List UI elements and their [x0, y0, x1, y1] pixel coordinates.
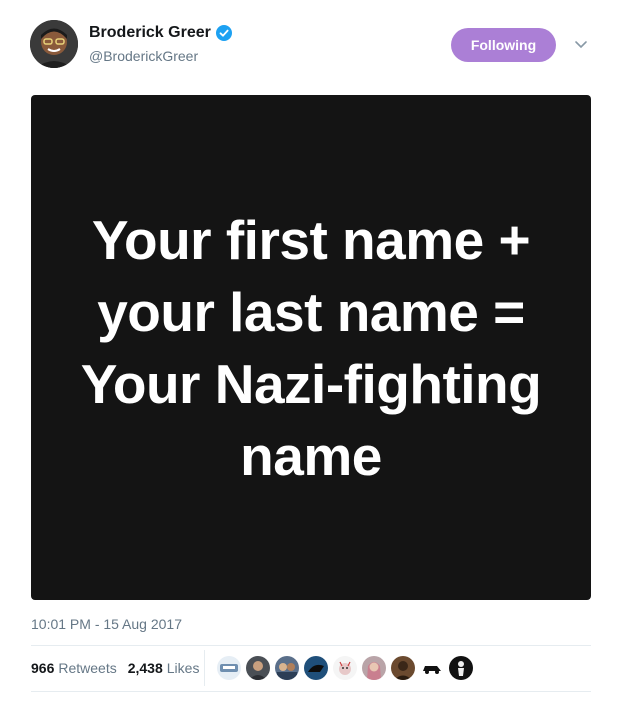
cartoon-avatar[interactable] — [333, 656, 357, 680]
media-image-text: Your first name + your last name = Your … — [80, 208, 542, 487]
author-name-row: Broderick Greer — [89, 24, 232, 42]
tweet-card: Broderick Greer @BroderickGreer Followin… — [0, 0, 624, 701]
chevron-down-icon[interactable] — [572, 36, 590, 54]
retweets-count: 966 — [31, 660, 55, 676]
car-avatar[interactable] — [420, 656, 444, 680]
figure-avatar[interactable] — [449, 656, 473, 680]
tweet-stats: 966 Retweets 2,438 Likes — [31, 660, 210, 676]
badge-avatar[interactable] — [217, 656, 241, 680]
man-avatar[interactable] — [246, 656, 270, 680]
liker-avatars — [217, 656, 478, 680]
woman-avatar[interactable] — [362, 656, 386, 680]
likes-label: Likes — [166, 660, 200, 676]
author-handle[interactable]: @BroderickGreer — [89, 48, 198, 64]
author-avatar[interactable] — [30, 20, 78, 68]
tweet-timestamp[interactable]: 10:01 PM - 15 Aug 2017 — [31, 616, 182, 632]
retweets-stat[interactable]: 966 Retweets — [31, 660, 117, 676]
verified-badge-icon — [215, 25, 232, 41]
stats-separator — [204, 650, 205, 686]
divider — [31, 645, 591, 646]
author-name[interactable]: Broderick Greer — [89, 24, 211, 42]
group-avatar[interactable] — [275, 656, 299, 680]
animal-avatar[interactable] — [304, 656, 328, 680]
likes-count: 2,438 — [127, 660, 163, 676]
dark-avatar[interactable] — [391, 656, 415, 680]
likes-stat[interactable]: 2,438 Likes — [128, 660, 200, 676]
tweet-media-image[interactable]: Your first name + your last name = Your … — [31, 95, 591, 600]
following-button[interactable]: Following — [451, 28, 556, 62]
retweets-label: Retweets — [58, 660, 117, 676]
divider — [31, 691, 591, 692]
